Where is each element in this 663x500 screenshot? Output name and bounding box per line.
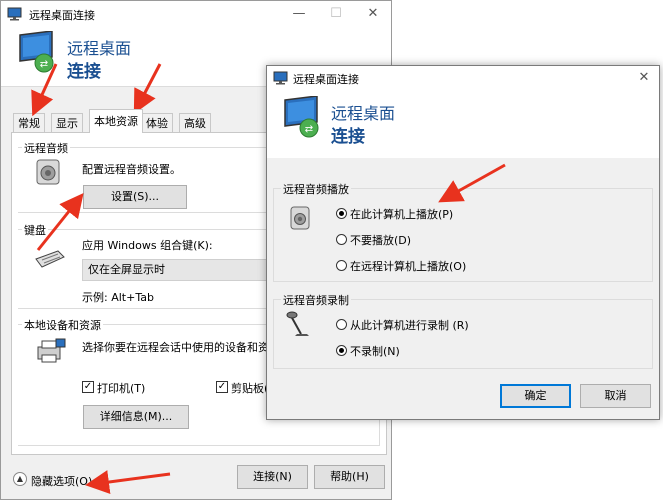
- microphone-icon: [286, 311, 309, 336]
- dialog-banner-subtitle: 连接: [331, 127, 365, 147]
- recording-group-frame: [273, 299, 653, 369]
- connect-button[interactable]: 连接(N): [237, 465, 308, 489]
- ok-button[interactable]: 确定: [500, 384, 571, 408]
- collapse-chevron-icon[interactable]: ▲: [13, 472, 27, 486]
- no-record-radio[interactable]: [336, 345, 347, 356]
- record-local-label: 从此计算机进行录制 (R): [350, 319, 469, 332]
- dialog-banner: ⇄ 远程桌面 连接: [267, 90, 659, 158]
- dialog-titlebar[interactable]: 远程桌面连接 ✕: [267, 66, 659, 90]
- minimize-button[interactable]: —: [284, 1, 314, 27]
- tab-experience[interactable]: 体验: [141, 113, 173, 133]
- banner-title: 远程桌面: [67, 39, 132, 58]
- cancel-button[interactable]: 取消: [580, 384, 651, 408]
- maximize-button[interactable]: ☐: [321, 1, 351, 27]
- play-remote-radio[interactable]: [336, 260, 347, 271]
- no-play-label: 不要播放(D): [350, 234, 412, 247]
- tab-advanced[interactable]: 高级: [179, 113, 211, 133]
- playback-group-title: 远程音频播放: [281, 181, 351, 197]
- tab-general[interactable]: 常规: [13, 113, 45, 133]
- play-local-radio[interactable]: [336, 208, 347, 219]
- monitor-icon: ⇄: [19, 31, 54, 73]
- banner-subtitle: 连接: [67, 62, 101, 82]
- play-remote-label: 在远程计算机上播放(O): [350, 260, 467, 273]
- svg-text:⇄: ⇄: [305, 124, 313, 135]
- monitor-icon: ⇄: [284, 96, 319, 138]
- help-button[interactable]: 帮助(H): [314, 465, 385, 489]
- tab-display[interactable]: 显示: [51, 113, 83, 133]
- remote-desktop-icon: [273, 71, 288, 85]
- dialog-banner-title: 远程桌面: [331, 104, 396, 123]
- no-play-radio[interactable]: [336, 234, 347, 245]
- main-window-title: 远程桌面连接: [29, 9, 95, 22]
- record-local-radio[interactable]: [336, 319, 347, 330]
- main-titlebar[interactable]: 远程桌面连接 — ☐ ✕: [1, 1, 391, 27]
- remote-desktop-icon: [7, 7, 22, 21]
- audio-settings-dialog: 远程桌面连接 ✕ ⇄ 远程桌面 连接 远程音频播放 在此计算机上播放(P) 不要…: [266, 65, 660, 420]
- dialog-title: 远程桌面连接: [293, 73, 359, 86]
- dialog-close-button[interactable]: ✕: [629, 66, 659, 90]
- speaker-icon: [290, 206, 310, 230]
- svg-text:⇄: ⇄: [40, 59, 48, 70]
- close-button[interactable]: ✕: [358, 1, 388, 27]
- recording-group-title: 远程音频录制: [281, 292, 351, 308]
- no-record-label: 不录制(N): [350, 345, 400, 358]
- play-local-label: 在此计算机上播放(P): [350, 208, 454, 221]
- tab-local-resources[interactable]: 本地资源: [89, 109, 143, 133]
- hide-options-link[interactable]: 隐藏选项(O): [31, 473, 92, 489]
